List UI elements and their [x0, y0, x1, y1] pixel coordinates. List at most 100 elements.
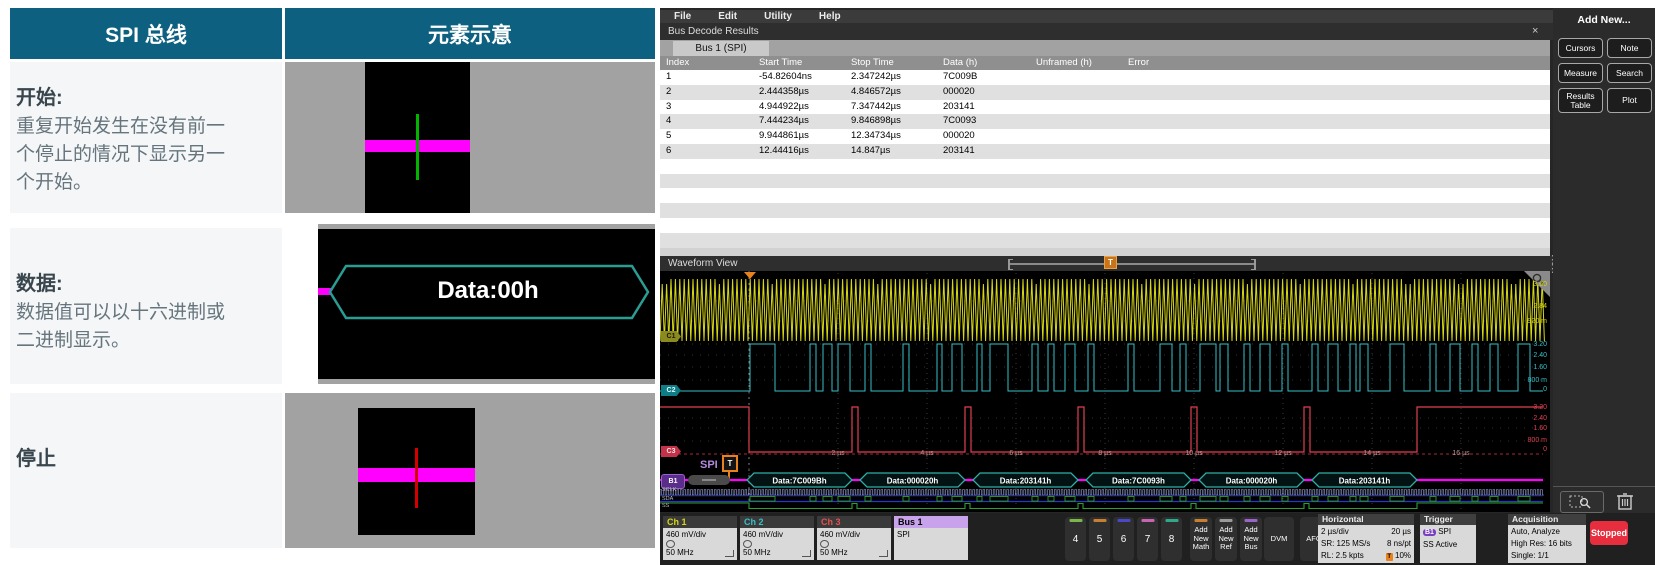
cell: 1 — [660, 70, 753, 85]
cell: 9.944861µs — [753, 129, 845, 144]
bus-handle-pill[interactable] — [688, 475, 730, 485]
horizontal-badge[interactable]: Horizontal 2 µs/div20 µsSR: 125 MS/s8 ns… — [1318, 514, 1414, 563]
zoom-tool-button[interactable] — [1560, 491, 1604, 513]
table-row[interactable] — [660, 188, 1550, 203]
ch1-scale-label: 920 m — [1472, 318, 1547, 326]
sda-pulse — [1128, 497, 1134, 502]
table-row[interactable]: 22.444358µs4.846572µs000020 — [660, 85, 1550, 100]
channel-button-4[interactable]: 4 — [1065, 517, 1086, 561]
channel-button-5[interactable]: 5 — [1089, 517, 1110, 561]
channel-badge-1[interactable]: Ch 1460 mV/div50 MHz — [663, 516, 737, 562]
table-row[interactable]: 612.44416µs14.847µs203141 — [660, 144, 1550, 159]
cell: 7C009B — [937, 70, 1030, 85]
panel-separator[interactable] — [660, 248, 1550, 256]
sda-pulse — [1390, 497, 1404, 502]
menu-utility[interactable]: Utility — [764, 11, 792, 22]
close-icon[interactable]: × — [1532, 25, 1538, 37]
table-row[interactable] — [660, 159, 1550, 174]
time-axis-label: 4 µs — [910, 450, 944, 457]
sda-pulse — [1350, 497, 1356, 502]
row-data-text: 数据: 数据值可以以十六进制或二进制显示。 — [10, 228, 282, 384]
trigger-title: Trigger — [1420, 514, 1476, 525]
sidebar-button-cursors[interactable]: Cursors — [1558, 38, 1603, 58]
cell: -54.82604ns — [753, 70, 845, 85]
results-col-stop-time: Stop Time — [845, 56, 937, 70]
sda-pulse — [1180, 497, 1186, 502]
channel-color-stripe — [1069, 519, 1082, 522]
cell: 000020 — [937, 129, 1030, 144]
sidebar-title: Add New... — [1553, 14, 1655, 26]
button-add-new-bus[interactable]: AddNewBus — [1240, 517, 1262, 561]
time-axis-label: 8 µs — [1088, 450, 1122, 457]
dvm-button[interactable]: DVM — [1264, 517, 1294, 561]
channel-badge-body: 460 mV/div50 MHz — [817, 528, 891, 560]
zoom-tool-icon — [1561, 492, 1603, 512]
row-start-text: 开始: 重复开始发生在没有前一个停止的情况下显示另一个开始。 — [10, 62, 282, 213]
acq-row-1: Auto, Analyze — [1511, 526, 1583, 538]
sidebar-button-plot[interactable]: Plot — [1607, 88, 1652, 113]
menu-edit[interactable]: Edit — [718, 11, 737, 22]
sda-pulse — [1450, 497, 1460, 502]
sda-pulse — [937, 497, 942, 502]
acquisition-badge[interactable]: Acquisition Auto, Analyze High Res: 16 b… — [1508, 514, 1586, 563]
sidebar-button-results-table[interactable]: Results Table — [1558, 88, 1603, 113]
stopped-button[interactable]: Stopped — [1590, 521, 1628, 545]
tab-bus1-spi[interactable]: Bus 1 (SPI) — [673, 41, 769, 56]
channel-badge-3[interactable]: Ch 3460 mV/div50 MHz — [817, 516, 891, 562]
bus-name-label: SPI — [700, 459, 718, 471]
ch2-trace — [660, 344, 1543, 391]
table-row[interactable] — [660, 233, 1550, 248]
sda-pulse — [990, 497, 1008, 502]
menu-file[interactable]: File — [674, 11, 691, 22]
digital-label-ss: SS — [662, 503, 669, 509]
table-row[interactable] — [660, 174, 1550, 189]
cell: 000020 — [937, 85, 1030, 100]
trash-button[interactable] — [1613, 490, 1637, 512]
trigger-badge[interactable]: Trigger B1 SPI SS Active — [1420, 514, 1476, 563]
results-col-index: Index — [660, 56, 753, 70]
table-row[interactable]: 59.944861µs12.34734µs000020 — [660, 129, 1550, 144]
channel-bandwidth: 50 MHz — [666, 548, 734, 558]
channel-scale: 460 mV/div — [743, 530, 811, 540]
button-add-new-ref[interactable]: AddNewRef — [1215, 517, 1237, 561]
sidebar-button-measure[interactable]: Measure — [1558, 63, 1603, 83]
scrollbar-trigger-marker[interactable]: T — [1104, 256, 1117, 269]
table-row[interactable]: 34.944922µs7.347442µs203141 — [660, 100, 1550, 115]
sda-pulse — [823, 497, 832, 502]
sidebar-button-note[interactable]: Note — [1607, 38, 1652, 58]
horizontal-title: Horizontal — [1318, 514, 1414, 525]
channel-button-8[interactable]: 8 — [1161, 517, 1182, 561]
cell: 4.846572µs — [845, 85, 937, 100]
channel-button-6[interactable]: 6 — [1113, 517, 1134, 561]
menu-bar: File Edit Utility Help — [660, 10, 1564, 23]
channel-badge-2[interactable]: Ch 2460 mV/div50 MHz — [740, 516, 814, 562]
channel-bandwidth: 50 MHz — [743, 548, 811, 558]
probe-icon — [666, 540, 675, 548]
table-row[interactable]: 1-54.82604ns2.347242µs7C009B — [660, 70, 1550, 85]
sda-pulse — [1260, 497, 1270, 502]
cell: 7.347442µs — [845, 100, 937, 115]
sda-pulse — [810, 497, 816, 502]
table-row[interactable]: 47.444234µs9.846898µs7C0093 — [660, 114, 1550, 129]
ch3-scale-label: 0 — [1472, 446, 1547, 454]
trigger-source-pill: B1 — [1423, 529, 1436, 536]
ch3-scale-label: 2.40 — [1472, 415, 1547, 423]
button-add-new-math[interactable]: AddNewMath — [1190, 517, 1212, 561]
table-row[interactable] — [660, 218, 1550, 233]
pan-zoom-scrollbar[interactable] — [1010, 263, 1254, 265]
results-panel-titlebar[interactable]: Bus Decode Results — [660, 23, 1558, 40]
menu-help[interactable]: Help — [819, 11, 841, 22]
row-stop-text: 停止 — [10, 393, 282, 548]
sidebar-button-search[interactable]: Search — [1607, 63, 1652, 83]
bus-badge[interactable]: Bus 1SPI — [894, 516, 968, 562]
start-desc: 重复开始发生在没有前一个停止的情况下显示另一个开始。 — [16, 113, 238, 197]
table-row[interactable] — [660, 203, 1550, 218]
trigger-position-icon[interactable] — [744, 272, 756, 279]
channel-badge-body: 460 mV/div 50 MHz — [740, 528, 814, 560]
cell: 203141 — [937, 144, 1030, 159]
horizontal-right: 20 µs — [1391, 526, 1411, 538]
bus-frame-label: Data:7C0093h — [1112, 477, 1165, 486]
time-axis-label: 14 µs — [1355, 450, 1389, 457]
bus-trigger-flag[interactable]: T — [722, 455, 738, 472]
channel-button-7[interactable]: 7 — [1137, 517, 1158, 561]
